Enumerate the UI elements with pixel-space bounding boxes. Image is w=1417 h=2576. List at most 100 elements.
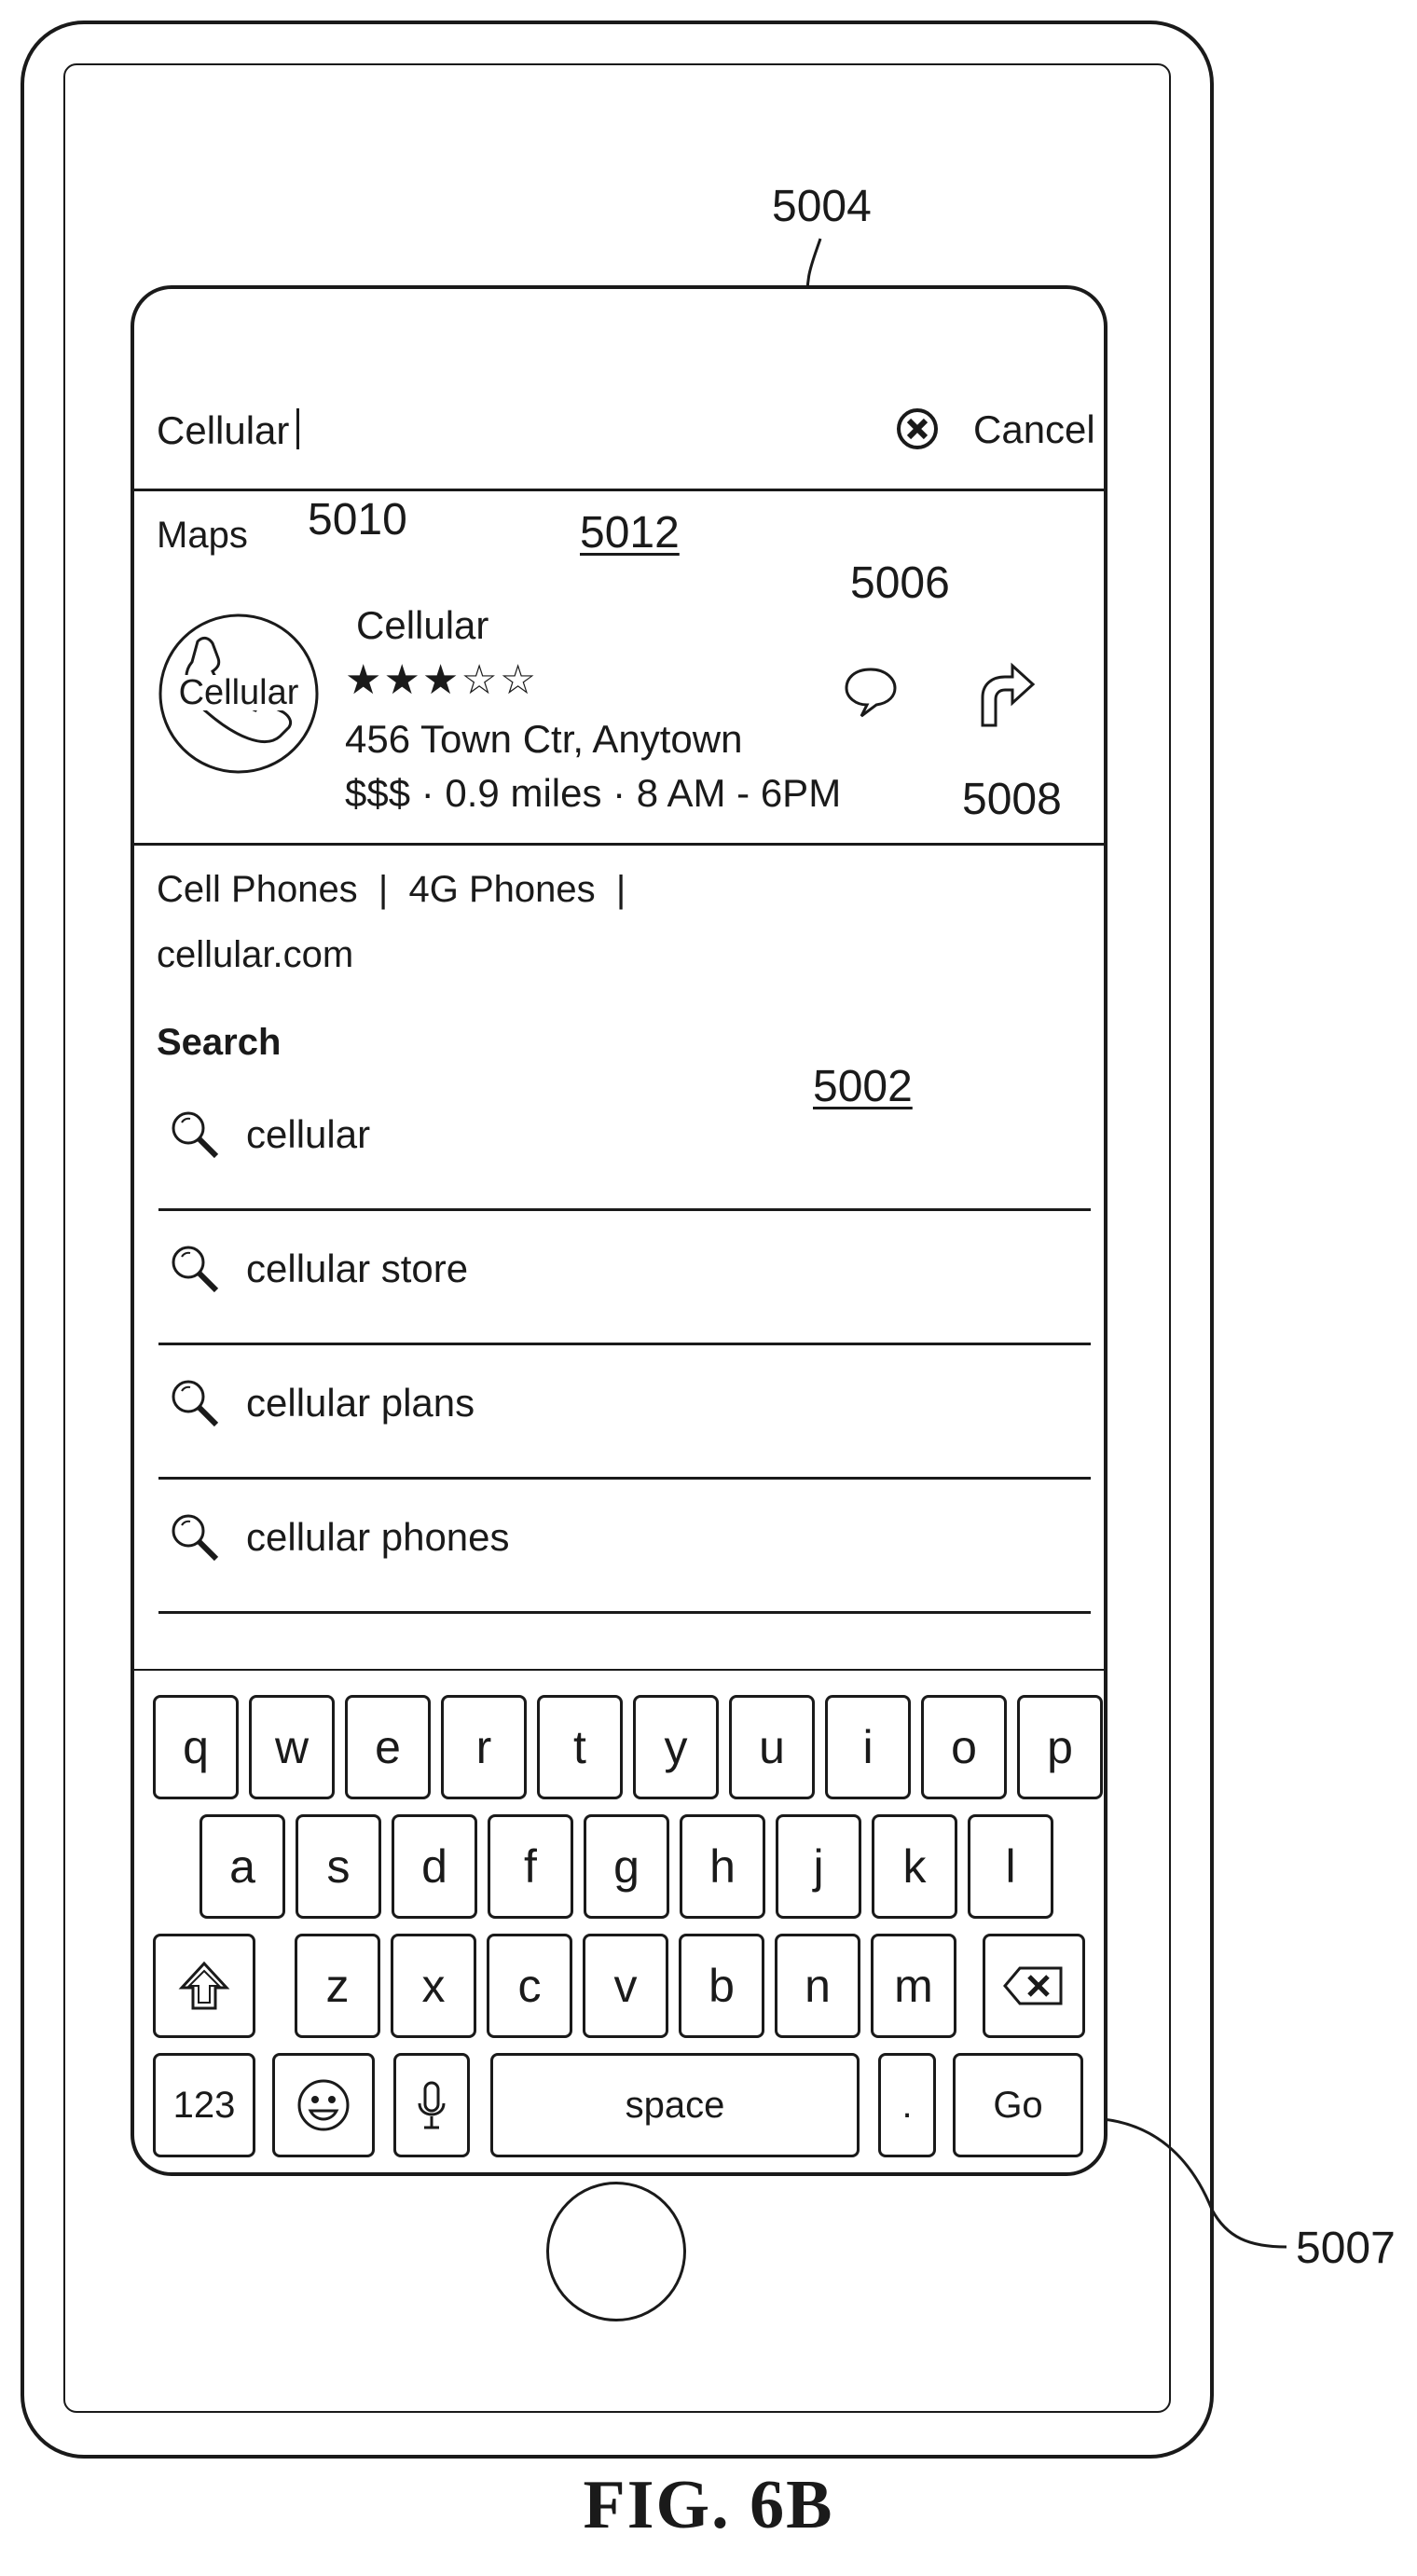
key-l-label: l: [1005, 1839, 1015, 1894]
callout-5002: 5002: [813, 1065, 913, 1109]
divider: [134, 843, 1107, 846]
key-z[interactable]: z: [295, 1934, 380, 2038]
key-g-label: g: [613, 1839, 640, 1894]
key-q[interactable]: q: [153, 1695, 239, 1799]
maps-section-label: Maps: [157, 517, 248, 554]
key-s-label: s: [327, 1839, 351, 1894]
key-c-label: c: [518, 1959, 542, 2013]
key-x[interactable]: x: [391, 1934, 476, 2038]
key-m[interactable]: m: [871, 1934, 956, 2038]
key-e-label: e: [375, 1720, 401, 1774]
cancel-button[interactable]: Cancel: [973, 410, 1095, 449]
divider: [158, 1477, 1091, 1480]
key-p-label: p: [1047, 1720, 1073, 1774]
key-w-label: w: [275, 1720, 309, 1774]
key-b-label: b: [708, 1959, 735, 2013]
key-y[interactable]: y: [633, 1695, 719, 1799]
search-icon: [168, 1510, 224, 1566]
delete-key[interactable]: [983, 1934, 1085, 2038]
key-x-label: x: [422, 1959, 446, 2013]
key-a-label: a: [229, 1839, 255, 1894]
callout-5006: 5006: [850, 561, 950, 606]
key-c[interactable]: c: [487, 1934, 572, 2038]
key-t-label: t: [573, 1720, 586, 1774]
suggestion-text: cellular: [246, 1115, 370, 1154]
search-icon: [168, 1108, 224, 1164]
numbers-key[interactable]: 123: [153, 2053, 255, 2157]
search-section-label: Search: [157, 1024, 281, 1061]
star-filled-icon: ★: [383, 657, 421, 703]
key-k[interactable]: k: [872, 1814, 957, 1919]
search-icon: [168, 1242, 224, 1298]
key-n-label: n: [805, 1959, 831, 2013]
key-h[interactable]: h: [680, 1814, 765, 1919]
divider: [134, 489, 1107, 491]
key-j-label: j: [813, 1839, 823, 1894]
key-i[interactable]: i: [825, 1695, 911, 1799]
directions-arrow-icon[interactable]: [973, 660, 1039, 729]
key-t[interactable]: t: [537, 1695, 623, 1799]
microphone-key[interactable]: [393, 2053, 470, 2157]
key-v[interactable]: v: [583, 1934, 668, 2038]
callout-5012: 5012: [580, 511, 680, 556]
microphone-icon: [413, 2077, 450, 2133]
key-p[interactable]: p: [1017, 1695, 1103, 1799]
go-key[interactable]: Go: [953, 2053, 1083, 2157]
key-g[interactable]: g: [584, 1814, 669, 1919]
space-key[interactable]: space: [490, 2053, 860, 2157]
key-v-label: v: [614, 1959, 638, 2013]
key-h-label: h: [709, 1839, 736, 1894]
key-u-label: u: [759, 1720, 785, 1774]
space-key-label: space: [626, 2085, 725, 2127]
key-b[interactable]: b: [679, 1934, 764, 2038]
key-a[interactable]: a: [199, 1814, 285, 1919]
place-details: $$$ · 0.9 miles · 8 AM - 6PM: [345, 774, 841, 813]
place-address: 456 Town Ctr, Anytown: [345, 720, 742, 759]
callout-5008: 5008: [962, 778, 1062, 822]
key-u[interactable]: u: [729, 1695, 815, 1799]
key-r-label: r: [476, 1720, 492, 1774]
period-key-label: .: [901, 2085, 912, 2127]
key-f[interactable]: f: [488, 1814, 573, 1919]
numbers-key-label: 123: [173, 2085, 236, 2127]
period-key[interactable]: .: [878, 2053, 936, 2157]
key-s[interactable]: s: [296, 1814, 381, 1919]
key-j[interactable]: j: [776, 1814, 861, 1919]
figure-label: FIG. 6B: [0, 2466, 1417, 2545]
key-o[interactable]: o: [921, 1695, 1007, 1799]
home-button[interactable]: [546, 2182, 686, 2321]
divider: [158, 1208, 1091, 1211]
keyboard-top-edge: [134, 1669, 1107, 1671]
key-n[interactable]: n: [775, 1934, 860, 2038]
divider: [158, 1343, 1091, 1345]
text-cursor: [296, 408, 299, 449]
speech-bubble-icon[interactable]: [843, 666, 899, 718]
search-input-value: Cellular: [157, 408, 289, 452]
phone-screen: Cellular Cancel Maps Cellular Cellular ★…: [131, 285, 1107, 2176]
key-r[interactable]: r: [441, 1695, 527, 1799]
clear-icon[interactable]: [895, 406, 940, 451]
star-filled-icon: ★: [345, 657, 383, 703]
search-input[interactable]: Cellular: [157, 408, 299, 450]
web-result-url: cellular.com: [157, 936, 353, 973]
emoji-key[interactable]: [272, 2053, 375, 2157]
star-empty-icon: ☆: [500, 657, 538, 703]
key-w[interactable]: w: [249, 1695, 335, 1799]
divider: [158, 1611, 1091, 1614]
key-z-label: z: [326, 1959, 350, 2013]
key-y-label: y: [665, 1720, 688, 1774]
delete-icon: [1001, 1963, 1066, 2009]
key-f-label: f: [524, 1839, 537, 1894]
search-icon: [168, 1376, 224, 1432]
key-d[interactable]: d: [392, 1814, 477, 1919]
key-m-label: m: [894, 1959, 933, 2013]
star-filled-icon: ★: [422, 657, 461, 703]
place-name: Cellular: [356, 606, 488, 645]
callout-5010: 5010: [308, 498, 407, 543]
shift-key[interactable]: [153, 1934, 255, 2038]
key-e[interactable]: e: [345, 1695, 431, 1799]
web-result-links: Cell Phones | 4G Phones |: [157, 871, 626, 908]
key-i-label: i: [862, 1720, 873, 1774]
key-k-label: k: [903, 1839, 927, 1894]
key-l[interactable]: l: [968, 1814, 1053, 1919]
